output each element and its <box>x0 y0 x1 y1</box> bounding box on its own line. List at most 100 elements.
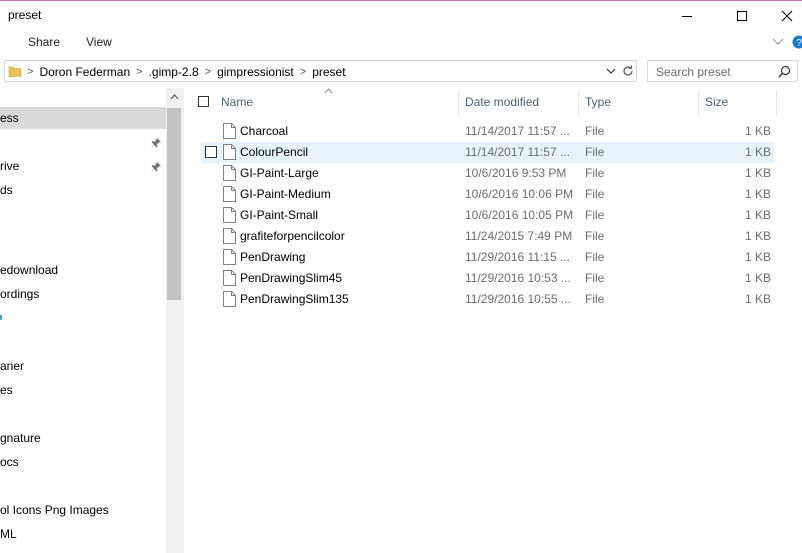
nav-item[interactable]: es <box>0 379 166 401</box>
breadcrumb-separator-icon[interactable]: > <box>203 66 213 78</box>
file-size: 1 KB <box>744 187 771 201</box>
file-row[interactable]: ColourPencil 11/14/2017 11:57 ... File 1… <box>201 142 774 163</box>
select-all-checkbox[interactable] <box>198 96 209 107</box>
breadcrumb-item[interactable]: .gimp-2.8 <box>145 65 203 79</box>
file-type: File <box>585 145 605 159</box>
nav-item[interactable]: ess <box>0 107 166 129</box>
breadcrumb-item[interactable]: Doron Federman <box>35 65 134 79</box>
nav-item[interactable] <box>0 227 166 249</box>
window-title: preset <box>8 8 42 22</box>
close-icon <box>781 10 793 21</box>
file-date: 11/24/2015 7:49 PM <box>465 229 573 243</box>
column-header-name[interactable]: Name <box>221 95 253 109</box>
scrollbar-thumb[interactable] <box>167 108 181 300</box>
column-header-type[interactable]: Type <box>585 95 611 109</box>
breadcrumb: > Doron Federman > .gimp-2.8 > gimpressi… <box>25 61 350 83</box>
search-icon[interactable] <box>778 65 791 78</box>
nav-item[interactable] <box>0 203 166 225</box>
file-size: 1 KB <box>744 271 771 285</box>
nav-item[interactable]: ordings <box>0 283 166 305</box>
file-row[interactable]: PenDrawing 11/29/2016 11:15 ... File 1 K… <box>201 247 774 268</box>
file-date: 11/29/2016 11:15 ... <box>465 250 570 264</box>
file-type: File <box>585 271 605 285</box>
minimize-button[interactable] <box>664 1 710 30</box>
title-bar[interactable]: preset <box>0 1 802 29</box>
file-row[interactable]: PenDrawingSlim45 11/29/2016 10:53 ... Fi… <box>201 268 774 289</box>
svg-text:?: ? <box>796 38 802 49</box>
nav-item[interactable]: ocs <box>0 451 166 473</box>
navigation-pane: ess rive ds edownload ordings aner es gn… <box>0 88 166 553</box>
nav-item-label: rive <box>0 159 20 173</box>
file-name: PenDrawingSlim45 <box>240 271 343 285</box>
pin-icon[interactable] <box>151 161 162 172</box>
file-row[interactable]: GI-Paint-Large 10/6/2016 9:53 PM File 1 … <box>201 163 774 184</box>
file-row[interactable]: grafiteforpencilcolor 11/24/2015 7:49 PM… <box>201 226 774 247</box>
file-type: File <box>585 250 605 264</box>
file-row[interactable]: PenDrawingSlim135 11/29/2016 10:55 ... F… <box>201 289 774 310</box>
close-button[interactable] <box>764 1 802 30</box>
nav-item-label: aner <box>0 359 25 373</box>
column-divider[interactable] <box>458 90 459 116</box>
file-size: 1 KB <box>744 208 771 222</box>
nav-item[interactable]: rive <box>0 155 166 177</box>
maximize-button[interactable] <box>719 1 765 30</box>
breadcrumb-separator-icon[interactable]: > <box>298 66 308 78</box>
nav-item-label: ocs <box>0 455 19 469</box>
chevron-down-icon[interactable] <box>605 65 617 77</box>
nav-item-label: ess <box>0 111 19 125</box>
nav-item[interactable] <box>0 331 166 353</box>
file-icon <box>223 123 236 139</box>
file-size: 1 KB <box>744 124 771 138</box>
file-icon <box>223 186 236 202</box>
nav-item[interactable]: ol Icons Png Images <box>0 499 166 521</box>
breadcrumb-separator-icon[interactable]: > <box>134 66 144 78</box>
file-icon <box>223 207 236 223</box>
breadcrumb-separator-icon[interactable]: > <box>25 66 35 78</box>
tab-view[interactable]: View <box>86 35 112 49</box>
chevron-down-icon[interactable] <box>772 38 784 46</box>
nav-item[interactable]: aner <box>0 355 166 377</box>
nav-item[interactable]: ds <box>0 179 166 201</box>
breadcrumb-item[interactable]: gimpressionist <box>213 65 298 79</box>
file-row[interactable]: GI-Paint-Medium 10/6/2016 10:06 PM File … <box>201 184 774 205</box>
ribbon: Share View <box>0 30 802 55</box>
file-row[interactable]: GI-Paint-Small 10/6/2016 10:05 PM File 1… <box>201 205 774 226</box>
file-type: File <box>585 229 605 243</box>
row-checkbox[interactable] <box>205 146 217 158</box>
nav-item[interactable]: gnature <box>0 427 166 449</box>
file-date: 11/29/2016 10:55 ... <box>465 292 571 306</box>
breadcrumb-item[interactable]: preset <box>308 65 349 79</box>
nav-item[interactable]: ML <box>0 523 166 545</box>
nav-item[interactable] <box>0 307 166 329</box>
column-divider[interactable] <box>578 90 579 116</box>
file-size: 1 KB <box>744 145 771 159</box>
file-size: 1 KB <box>744 250 771 264</box>
pane-divider[interactable] <box>183 88 184 553</box>
refresh-icon[interactable] <box>621 64 635 78</box>
nav-item[interactable] <box>0 475 166 497</box>
nav-item[interactable] <box>0 403 166 425</box>
nav-item[interactable] <box>0 131 166 153</box>
pin-icon[interactable] <box>151 137 162 148</box>
file-type: File <box>585 208 605 222</box>
nav-item[interactable]: edownload <box>0 259 166 281</box>
column-headers: Name Date modified Type Size <box>186 88 802 116</box>
nav-scrollbar[interactable] <box>166 88 183 553</box>
column-header-date[interactable]: Date modified <box>465 95 539 109</box>
column-divider[interactable] <box>776 90 777 116</box>
nav-item-label: ds <box>0 183 13 197</box>
column-header-size[interactable]: Size <box>705 95 728 109</box>
column-divider[interactable] <box>698 90 699 116</box>
address-bar[interactable]: > Doron Federman > .gimp-2.8 > gimpressi… <box>4 60 637 82</box>
file-name: Charcoal <box>240 124 289 138</box>
file-row[interactable]: Charcoal 11/14/2017 11:57 ... File 1 KB <box>201 121 774 142</box>
scroll-up-arrow-icon[interactable] <box>170 94 179 100</box>
tab-share[interactable]: Share <box>28 35 60 49</box>
file-icon <box>223 165 236 181</box>
search-input[interactable]: Search preset <box>647 60 798 82</box>
file-icon <box>223 228 236 244</box>
help-icon[interactable]: ? <box>792 35 802 49</box>
minimize-icon <box>682 15 692 17</box>
file-size: 1 KB <box>744 292 771 306</box>
file-name: grafiteforpencilcolor <box>240 229 345 243</box>
